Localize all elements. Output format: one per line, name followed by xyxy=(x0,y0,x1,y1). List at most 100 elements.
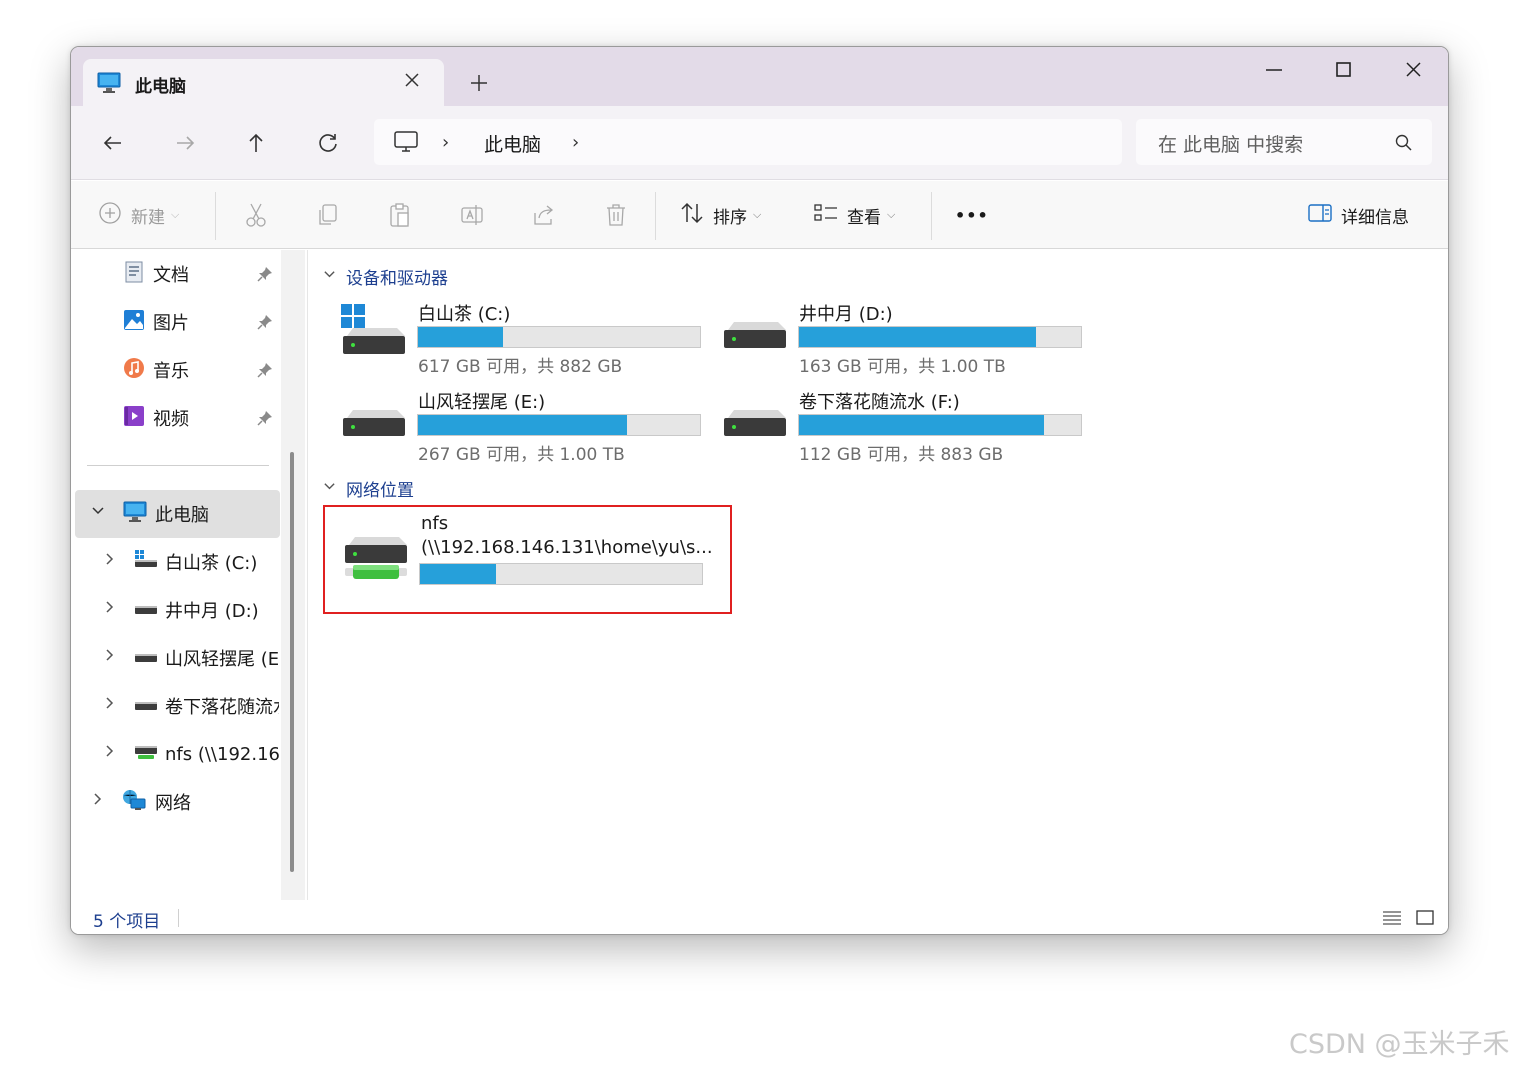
maximize-icon[interactable] xyxy=(1323,55,1363,85)
title-bar: 此电脑 xyxy=(71,47,1448,106)
sidebar-item-documents[interactable]: 文档 xyxy=(123,250,283,298)
tab-title: 此电脑 xyxy=(135,77,186,97)
delete-icon[interactable] xyxy=(603,201,629,229)
network-location-tile[interactable]: nfs (\\192.168.146.131\home\yu\s... xyxy=(323,505,732,614)
sidebar-item-label: 文档 xyxy=(153,265,189,286)
back-arrow-icon[interactable] xyxy=(99,129,127,157)
more-options-button[interactable]: ••• xyxy=(955,201,989,229)
drive-tile[interactable]: 白山茶 (C:) 617 GB 可用，共 882 GB xyxy=(341,300,711,380)
network-location-name: nfs xyxy=(421,513,449,534)
chevron-down-icon: ⌵ xyxy=(171,208,180,221)
sidebar-item-label: 白山茶 (C:) xyxy=(165,553,258,574)
copy-icon[interactable] xyxy=(315,201,341,229)
breadcrumb-separator[interactable]: › xyxy=(442,132,449,153)
chevron-down-icon xyxy=(323,268,336,285)
drive-icon xyxy=(135,598,157,622)
sidebar-item-music[interactable]: 音乐 xyxy=(123,346,283,394)
drive-usage-bar xyxy=(417,414,701,436)
cut-icon[interactable] xyxy=(243,201,269,229)
breadcrumb-separator[interactable]: › xyxy=(572,132,579,153)
drive-usage-bar xyxy=(798,326,1082,348)
up-arrow-icon[interactable] xyxy=(242,129,270,157)
rename-icon[interactable] xyxy=(459,201,485,229)
toolbar-divider xyxy=(215,192,216,240)
windows-drive-icon xyxy=(135,550,157,574)
sort-button[interactable]: 排序 ⌵ xyxy=(679,201,761,229)
section-devices-drives[interactable]: 设备和驱动器 xyxy=(323,264,448,289)
pin-icon[interactable] xyxy=(257,410,273,430)
tab-this-pc[interactable]: 此电脑 xyxy=(83,59,444,106)
sidebar-item-label: nfs (\\192.168 xyxy=(165,743,279,765)
drive-usage-fill xyxy=(418,415,627,435)
sidebar-item-label: 井中月 (D:) xyxy=(165,601,259,622)
chevron-right-icon[interactable] xyxy=(91,792,105,810)
drive-space-info: 163 GB 可用，共 1.00 TB xyxy=(799,357,1006,377)
chevron-right-icon[interactable] xyxy=(103,552,117,570)
more-dots-icon: ••• xyxy=(955,205,989,225)
network-location-path: (\\192.168.146.131\home\yu\s... xyxy=(421,537,713,558)
chevron-right-icon[interactable] xyxy=(103,744,117,762)
new-button[interactable]: 新建 ⌵ xyxy=(97,201,179,229)
close-tab-icon[interactable] xyxy=(401,69,423,91)
drive-tile[interactable]: 井中月 (D:) 163 GB 可用，共 1.00 TB xyxy=(722,300,1092,380)
search-box[interactable]: 在 此电脑 中搜索 xyxy=(1136,119,1432,165)
refresh-icon[interactable] xyxy=(314,129,342,157)
navigation-pane: 文档 图片 音乐 视频 此电脑 白山茶 (C:) 井中月 (D:) 山风轻摆尾 … xyxy=(71,250,291,900)
toolbar-divider xyxy=(931,192,932,240)
search-icon[interactable] xyxy=(1394,133,1414,157)
drive-tile[interactable]: 山风轻摆尾 (E:) 267 GB 可用，共 1.00 TB xyxy=(341,388,711,468)
details-view-icon[interactable] xyxy=(1382,908,1402,932)
new-tab-icon[interactable] xyxy=(467,71,491,95)
details-label: 详细信息 xyxy=(1341,207,1409,228)
sidebar-item-this-pc[interactable]: 此电脑 xyxy=(123,490,278,538)
drive-name: 卷下落花随流水 (F:) xyxy=(799,392,960,413)
drive-tile[interactable]: 卷下落花随流水 (F:) 112 GB 可用，共 883 GB xyxy=(722,388,1092,468)
sidebar-item-network[interactable]: 网络 xyxy=(121,778,271,826)
windows-drive-icon xyxy=(341,304,407,364)
chevron-down-icon[interactable] xyxy=(91,504,105,522)
sidebar-item-pictures[interactable]: 图片 xyxy=(123,298,283,346)
sidebar-item-drive-f[interactable]: 卷下落花随流水 xyxy=(135,682,279,730)
sidebar-item-drive-d[interactable]: 井中月 (D:) xyxy=(135,586,279,634)
close-window-icon[interactable] xyxy=(1393,55,1433,85)
chevron-right-icon[interactable] xyxy=(103,648,117,666)
drive-usage-bar xyxy=(798,414,1082,436)
computer-icon xyxy=(393,130,419,158)
minimize-icon[interactable] xyxy=(1254,55,1294,85)
status-divider xyxy=(178,909,179,927)
section-title: 设备和驱动器 xyxy=(346,269,448,289)
chevron-right-icon[interactable] xyxy=(103,696,117,714)
pane-divider[interactable] xyxy=(307,250,308,900)
address-bar[interactable]: › 此电脑 › xyxy=(374,119,1122,165)
videos-icon xyxy=(123,404,145,432)
sidebar-scroll-thumb[interactable] xyxy=(290,452,294,872)
share-icon[interactable] xyxy=(531,201,557,229)
pictures-icon xyxy=(123,308,145,336)
section-network-locations[interactable]: 网络位置 xyxy=(323,476,414,501)
sidebar-item-drive-e[interactable]: 山风轻摆尾 (E: xyxy=(135,634,279,682)
large-icons-view-icon[interactable] xyxy=(1415,908,1435,932)
drive-space-info: 617 GB 可用，共 882 GB xyxy=(418,357,623,377)
details-pane-button[interactable]: 详细信息 xyxy=(1307,201,1409,229)
sidebar-item-drive-c[interactable]: 白山茶 (C:) xyxy=(135,538,279,586)
music-icon xyxy=(123,356,145,384)
view-list-icon xyxy=(813,200,839,230)
pin-icon[interactable] xyxy=(257,314,273,334)
sidebar-item-videos[interactable]: 视频 xyxy=(123,394,283,442)
item-count: 5 个项目 xyxy=(93,912,161,932)
drive-usage-fill xyxy=(799,415,1045,435)
pin-icon[interactable] xyxy=(257,362,273,382)
pin-icon[interactable] xyxy=(257,266,273,286)
breadcrumb-this-pc[interactable]: 此电脑 xyxy=(484,130,541,157)
search-input[interactable]: 在 此电脑 中搜索 xyxy=(1158,130,1303,157)
sidebar-item-nfs[interactable]: nfs (\\192.168 xyxy=(135,730,279,778)
view-button[interactable]: 查看 ⌵ xyxy=(813,201,895,229)
new-label: 新建 xyxy=(131,207,165,228)
network-drive-icon xyxy=(343,535,409,587)
sort-arrows-icon xyxy=(679,200,705,230)
paste-icon[interactable] xyxy=(387,201,413,229)
chevron-right-icon[interactable] xyxy=(103,600,117,618)
sidebar-item-label: 音乐 xyxy=(153,361,189,382)
monitor-icon xyxy=(97,72,121,98)
forward-arrow-icon[interactable] xyxy=(171,129,199,157)
